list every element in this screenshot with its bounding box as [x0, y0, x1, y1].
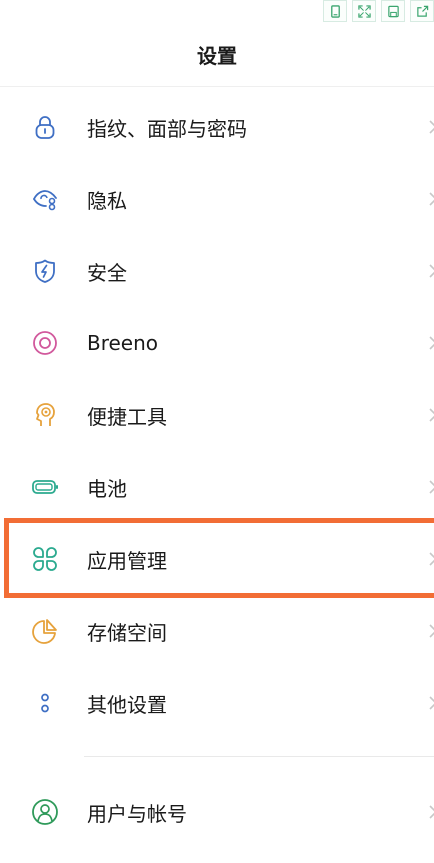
menu-item-convenience-tools[interactable]: 便捷工具 [0, 379, 434, 451]
menu-item-battery[interactable]: 电池 [0, 451, 434, 523]
menu-item-storage[interactable]: 存储空间 [0, 595, 434, 667]
fullscreen-icon [357, 4, 371, 18]
menu-item-label: 用户与帐号 [87, 801, 187, 826]
section-divider [84, 756, 434, 757]
menu-item-label: Breeno [87, 331, 159, 355]
share-icon [416, 5, 428, 17]
menu-item-security[interactable]: 安全 [0, 235, 434, 307]
page-title: 设置 [197, 43, 237, 68]
top-toolbar [318, 0, 434, 22]
menu-item-label: 安全 [87, 260, 127, 285]
phone-portrait-icon [330, 4, 340, 18]
menu-item-fingerprint-face-password[interactable]: 指纹、面部与密码 [0, 91, 434, 163]
menu-item-label: 指纹、面部与密码 [87, 116, 247, 141]
chevron-right-icon [429, 696, 434, 710]
head-bulb-icon [31, 401, 59, 429]
menu-item-breeno[interactable]: Breeno [0, 307, 434, 379]
menu-item-app-management[interactable]: 应用管理 [0, 523, 434, 595]
menu-item-label: 其他设置 [87, 692, 167, 717]
menu-item-other-settings[interactable]: 其他设置 [0, 667, 434, 739]
chevron-right-icon [429, 408, 434, 422]
fullscreen-button[interactable] [352, 0, 376, 22]
user-circle-icon [31, 798, 59, 826]
chevron-right-icon [429, 805, 434, 819]
menu-item-label: 电池 [87, 476, 127, 501]
chevron-right-icon [429, 264, 434, 278]
chevron-right-icon [429, 552, 434, 566]
chevron-right-icon [429, 336, 434, 350]
chevron-right-icon [429, 480, 434, 494]
phone-portrait-button[interactable] [323, 0, 347, 22]
chevron-right-icon [429, 192, 434, 206]
pie-chart-icon [31, 617, 59, 645]
chevron-right-icon [429, 120, 434, 134]
breeno-ring-icon [31, 329, 59, 357]
privacy-eye-icon [31, 185, 59, 213]
shield-bolt-icon [31, 257, 59, 285]
battery-icon [31, 473, 59, 501]
save-icon [387, 5, 399, 17]
menu-item-label: 隐私 [87, 188, 127, 213]
menu-item-users-accounts[interactable]: 用户与帐号 [0, 776, 434, 848]
clover-grid-icon [31, 545, 59, 573]
page-header: 设置 [0, 22, 434, 87]
save-button[interactable] [381, 0, 405, 22]
share-button[interactable] [410, 0, 434, 22]
menu-item-label: 存储空间 [87, 620, 167, 645]
menu-item-label: 应用管理 [87, 548, 167, 573]
dots-vertical-icon [31, 689, 59, 717]
lock-icon [31, 113, 59, 141]
chevron-right-icon [429, 624, 434, 638]
menu-item-label: 便捷工具 [87, 404, 167, 429]
menu-item-privacy[interactable]: 隐私 [0, 163, 434, 235]
